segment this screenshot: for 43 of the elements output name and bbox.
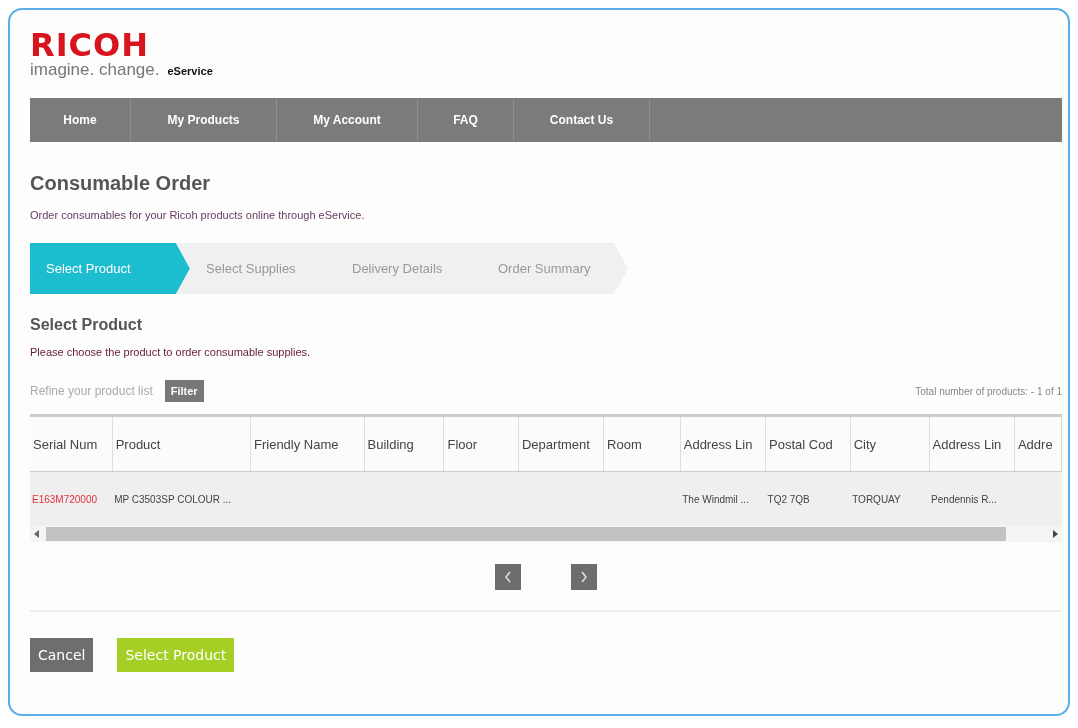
column-header[interactable]: Building xyxy=(364,415,444,472)
table-cell xyxy=(1014,471,1062,526)
column-header[interactable]: Serial Num xyxy=(30,415,113,472)
horizontal-scrollbar[interactable] xyxy=(30,526,1062,542)
product-name: eService xyxy=(167,65,213,77)
logo-wordmark: RICOH xyxy=(30,30,149,60)
table-cell: TQ2 7QB xyxy=(765,471,851,526)
table-cell: MP C3503SP COLOUR ... xyxy=(112,471,251,526)
refine-label: Refine your product list xyxy=(30,384,153,398)
column-header[interactable]: Friendly Name xyxy=(250,415,365,472)
table-cell: Pendennis R... xyxy=(929,471,1015,526)
step-tab[interactable]: Order Summary xyxy=(468,243,628,294)
table-cell: TORQUAY xyxy=(850,471,930,526)
filter-button[interactable]: Filter xyxy=(164,380,204,402)
nav-item[interactable]: Contact Us xyxy=(514,98,650,142)
chevron-right-icon xyxy=(580,571,588,583)
column-header[interactable]: Floor xyxy=(443,415,519,472)
page-title: Consumable Order xyxy=(30,172,212,195)
column-header[interactable]: Address Lin xyxy=(680,415,766,472)
nav-item[interactable]: My Products xyxy=(131,98,277,142)
column-header[interactable]: Department xyxy=(518,415,604,472)
column-header[interactable]: Room xyxy=(603,415,681,472)
column-header[interactable]: Addre xyxy=(1014,415,1062,472)
nav-item[interactable]: FAQ xyxy=(418,98,514,142)
nav-item[interactable]: My Account xyxy=(277,98,418,142)
column-header[interactable]: Address Lin xyxy=(929,415,1015,472)
nav-item[interactable]: Home xyxy=(30,98,131,142)
intro-text: Order consumables for your Ricoh products online through eService. xyxy=(30,209,366,221)
scroll-left-icon[interactable] xyxy=(34,530,40,538)
serial-link[interactable]: E163M720000 xyxy=(30,471,113,526)
instruction-text: Please choose the product to order consumable supplies. xyxy=(30,346,312,358)
scroll-right-icon[interactable] xyxy=(1052,530,1058,538)
section-title: Select Product xyxy=(30,316,144,334)
product-count: Total number of products: - 1 of 1 xyxy=(915,385,1062,397)
column-header[interactable]: Postal Cod xyxy=(765,415,851,472)
chevron-left-icon xyxy=(504,571,512,583)
column-header[interactable]: Product xyxy=(112,415,251,472)
next-page-button[interactable] xyxy=(571,564,597,590)
previous-page-button[interactable] xyxy=(495,564,521,590)
column-header[interactable]: City xyxy=(850,415,930,472)
table-cell: The Windmil ... xyxy=(680,471,766,526)
logo-tagline: imagine. change. xyxy=(30,60,160,80)
cancel-button[interactable]: Cancel xyxy=(30,638,94,672)
